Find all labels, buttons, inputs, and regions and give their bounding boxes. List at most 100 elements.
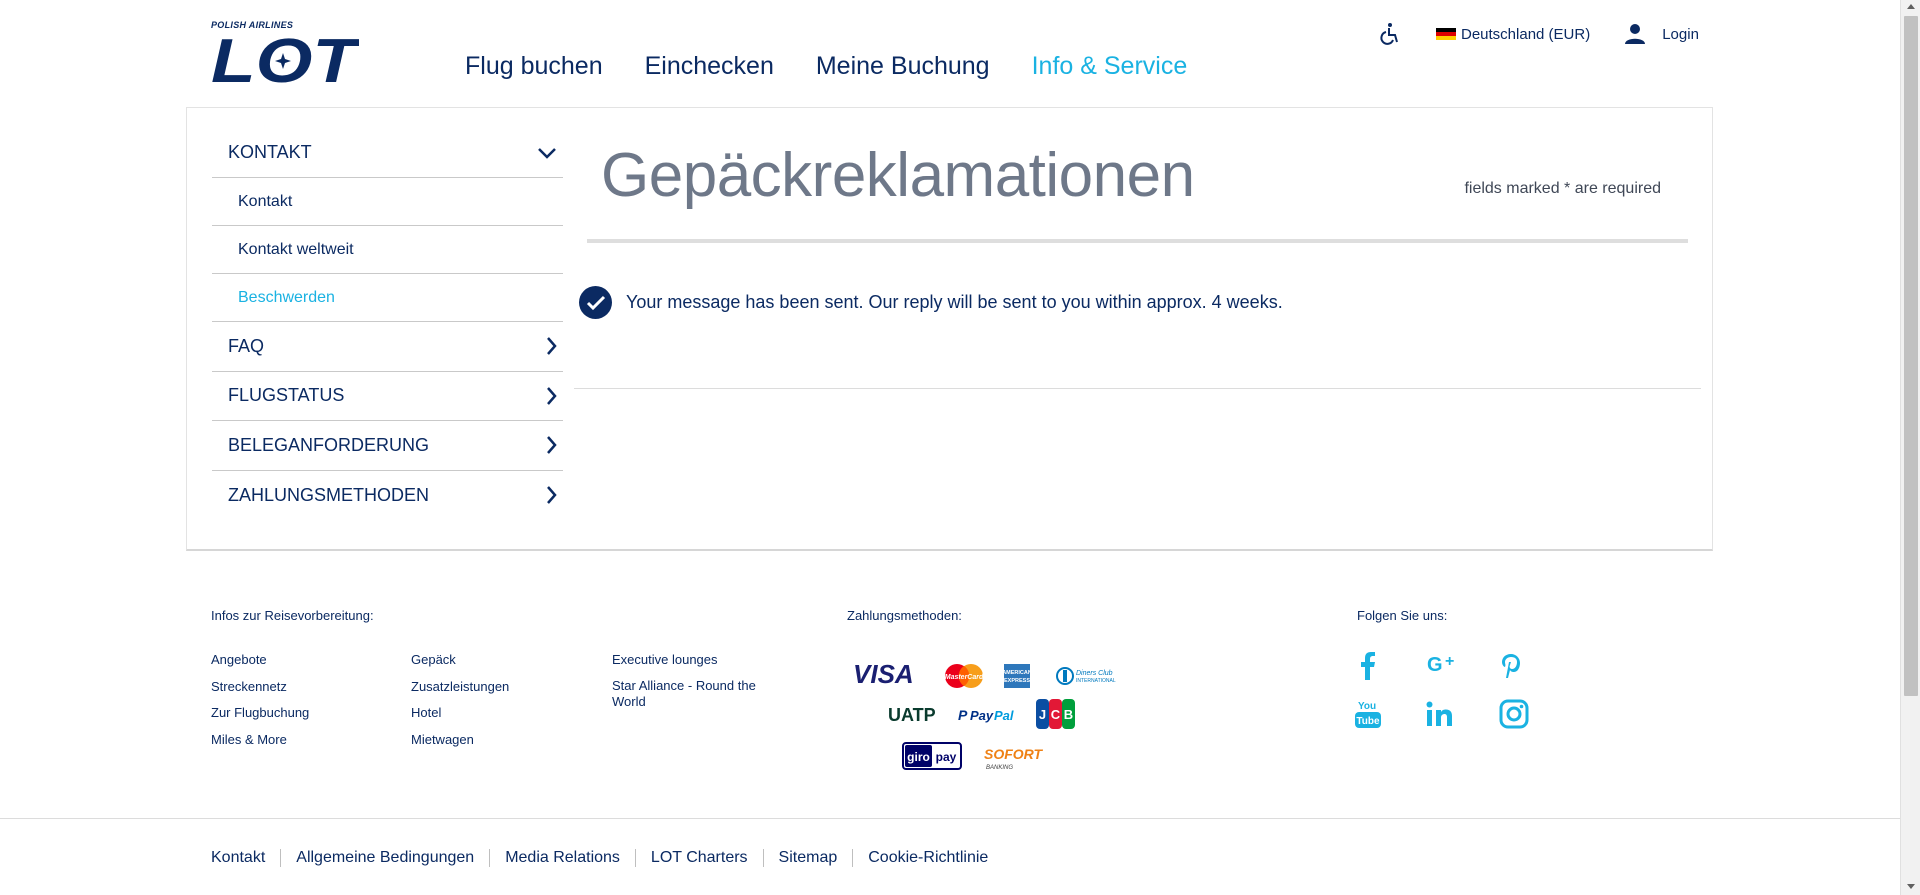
login-label: Login <box>1662 25 1699 43</box>
sidebar-section-flugstatus[interactable]: FLUGSTATUS <box>212 372 563 421</box>
svg-text:UATP: UATP <box>888 705 936 724</box>
link-separator <box>634 849 636 867</box>
sidebar-item-beschwerden[interactable]: Beschwerden <box>212 274 563 322</box>
svg-text:J: J <box>1039 707 1046 722</box>
facebook-icon[interactable] <box>1354 652 1382 680</box>
nav-meine-buchung[interactable]: Meine Buchung <box>816 52 990 81</box>
diners-club-logo: Diners Club INTERNATIONAL <box>1056 666 1118 691</box>
scroll-down-arrow-icon[interactable] <box>1907 884 1915 889</box>
sidebar-section-beleganforderung[interactable]: BELEGANFORDERUNG <box>212 421 563 471</box>
svg-text:P: P <box>958 707 968 723</box>
wheelchair-icon[interactable] <box>1378 22 1402 46</box>
sidebar-item-kontakt[interactable]: Kontakt <box>212 178 563 226</box>
page-scrollbar[interactable] <box>1900 0 1920 895</box>
footer-link-angebote[interactable]: Angebote <box>211 652 267 667</box>
jcb-logo: JCB <box>1036 699 1076 734</box>
footer-link-gepaeck[interactable]: Gepäck <box>411 652 456 667</box>
paypal-logo: P Pay Pal <box>958 706 1022 729</box>
footer-link-mietwagen[interactable]: Mietwagen <box>411 732 474 747</box>
chevron-right-icon <box>547 486 557 505</box>
svg-text:G: G <box>1427 654 1443 676</box>
nav-info-service[interactable]: Info & Service <box>1032 52 1188 81</box>
top-utility-bar: Deutschland (EUR) Login <box>1378 22 1699 46</box>
content-panel: KONTAKT Kontakt Kontakt weltweit Beschwe… <box>186 107 1713 551</box>
language-label: Deutschland (EUR) <box>1461 25 1591 43</box>
svg-text:Diners Club: Diners Club <box>1076 670 1113 677</box>
travel-info-title: Infos zur Reisevorbereitung: <box>211 608 374 623</box>
footer-link-zusatzleistungen[interactable]: Zusatzleistungen <box>411 679 509 694</box>
link-separator <box>852 849 854 867</box>
sidebar-section-label: ZAHLUNGSMETHODEN <box>228 484 430 505</box>
page-title: Gepäckreklamationen <box>601 141 1195 210</box>
chevron-right-icon <box>547 436 557 455</box>
svg-text:B: B <box>1064 707 1073 722</box>
logo-tagline: POLISH AIRLINES <box>211 20 294 30</box>
youtube-icon[interactable]: You Tube <box>1354 700 1382 728</box>
linkedin-icon[interactable] <box>1426 700 1454 728</box>
germany-flag-icon <box>1436 27 1456 41</box>
nav-flug-buchen[interactable]: Flug buchen <box>465 52 603 81</box>
scrollbar-thumb[interactable] <box>1904 16 1918 696</box>
giropay-logo: giro pay <box>902 742 962 775</box>
bottom-link-sitemap[interactable]: Sitemap <box>779 849 838 867</box>
svg-text:SOFORT: SOFORT <box>984 746 1044 762</box>
svg-text:MasterCard: MasterCard <box>945 674 984 681</box>
svg-text:AMERICAN: AMERICAN <box>1004 670 1030 676</box>
scroll-up-arrow-icon[interactable] <box>1907 4 1915 9</box>
footer-divider <box>0 818 1900 819</box>
footer-link-star-alliance[interactable]: Star Alliance - Round the World <box>612 678 782 710</box>
footer-link-hotel[interactable]: Hotel <box>411 705 441 720</box>
message-divider <box>574 388 1701 389</box>
footer-bottom-links: Kontakt Allgemeine Bedingungen Media Rel… <box>211 849 988 867</box>
bottom-link-allgemeine-bedingungen[interactable]: Allgemeine Bedingungen <box>296 849 474 867</box>
chevron-right-icon <box>547 337 557 356</box>
instagram-icon[interactable] <box>1498 698 1530 730</box>
login-link[interactable]: Login <box>1624 23 1699 45</box>
pinterest-icon[interactable] <box>1497 652 1525 680</box>
success-message: Your message has been sent. Our reply wi… <box>579 286 1283 319</box>
bottom-link-lot-charters[interactable]: LOT Charters <box>651 849 748 867</box>
mastercard-logo: MasterCard <box>943 663 985 694</box>
lot-logo[interactable]: POLISH AIRLINES LOT <box>211 20 359 88</box>
user-icon <box>1625 24 1646 44</box>
svg-text:C: C <box>1051 707 1061 722</box>
link-separator <box>489 849 491 867</box>
footer-link-streckennetz[interactable]: Streckennetz <box>211 679 287 694</box>
lot-logo-mark: LOT <box>211 32 359 88</box>
svg-text:INTERNATIONAL: INTERNATIONAL <box>1076 678 1116 684</box>
bottom-link-kontakt[interactable]: Kontakt <box>211 849 265 867</box>
sidebar-section-kontakt[interactable]: KONTAKT <box>212 128 563 178</box>
svg-text:pay: pay <box>936 750 957 764</box>
required-fields-note: fields marked * are required <box>1464 180 1661 197</box>
uatp-logo: UATP <box>888 704 944 729</box>
svg-text:BANKING: BANKING <box>986 765 1013 771</box>
footer-link-miles-more[interactable]: Miles & More <box>211 732 287 747</box>
svg-text:giro: giro <box>907 750 930 764</box>
link-separator <box>762 849 764 867</box>
footer-link-zur-flugbuchung[interactable]: Zur Flugbuchung <box>211 705 309 720</box>
language-selector[interactable]: Deutschland (EUR) <box>1436 26 1590 43</box>
svg-text:Pal: Pal <box>994 708 1014 723</box>
sidebar-section-label: KONTAKT <box>228 142 312 162</box>
social-title: Folgen Sie uns: <box>1357 608 1448 623</box>
main-navigation: Flug buchen Einchecken Meine Buchung Inf… <box>465 52 1187 81</box>
sidebar-section-label: FLUGSTATUS <box>228 385 345 406</box>
sofort-logo: SOFORT BANKING <box>982 744 1048 777</box>
amex-logo: AMERICAN EXPRESS <box>1002 664 1032 693</box>
checkmark-icon <box>579 286 612 319</box>
google-plus-icon[interactable]: G + <box>1426 650 1462 678</box>
svg-text:VISA: VISA <box>853 662 914 686</box>
nav-einchecken[interactable]: Einchecken <box>645 52 774 81</box>
sidebar-section-faq[interactable]: FAQ <box>212 322 563 372</box>
sidebar-section-zahlungsmethoden[interactable]: ZAHLUNGSMETHODEN <box>212 471 563 521</box>
chevron-right-icon <box>547 386 557 405</box>
sidebar-item-kontakt-weltweit[interactable]: Kontakt weltweit <box>212 226 563 274</box>
footer-link-executive-lounges[interactable]: Executive lounges <box>612 652 718 667</box>
link-separator <box>280 849 282 867</box>
bottom-link-media-relations[interactable]: Media Relations <box>505 849 620 867</box>
svg-text:You: You <box>1358 701 1376 712</box>
title-divider <box>587 239 1688 243</box>
bottom-link-cookie-richtlinie[interactable]: Cookie-Richtlinie <box>868 849 988 867</box>
svg-text:Pay: Pay <box>970 708 994 723</box>
svg-text:Tube: Tube <box>1356 716 1380 727</box>
